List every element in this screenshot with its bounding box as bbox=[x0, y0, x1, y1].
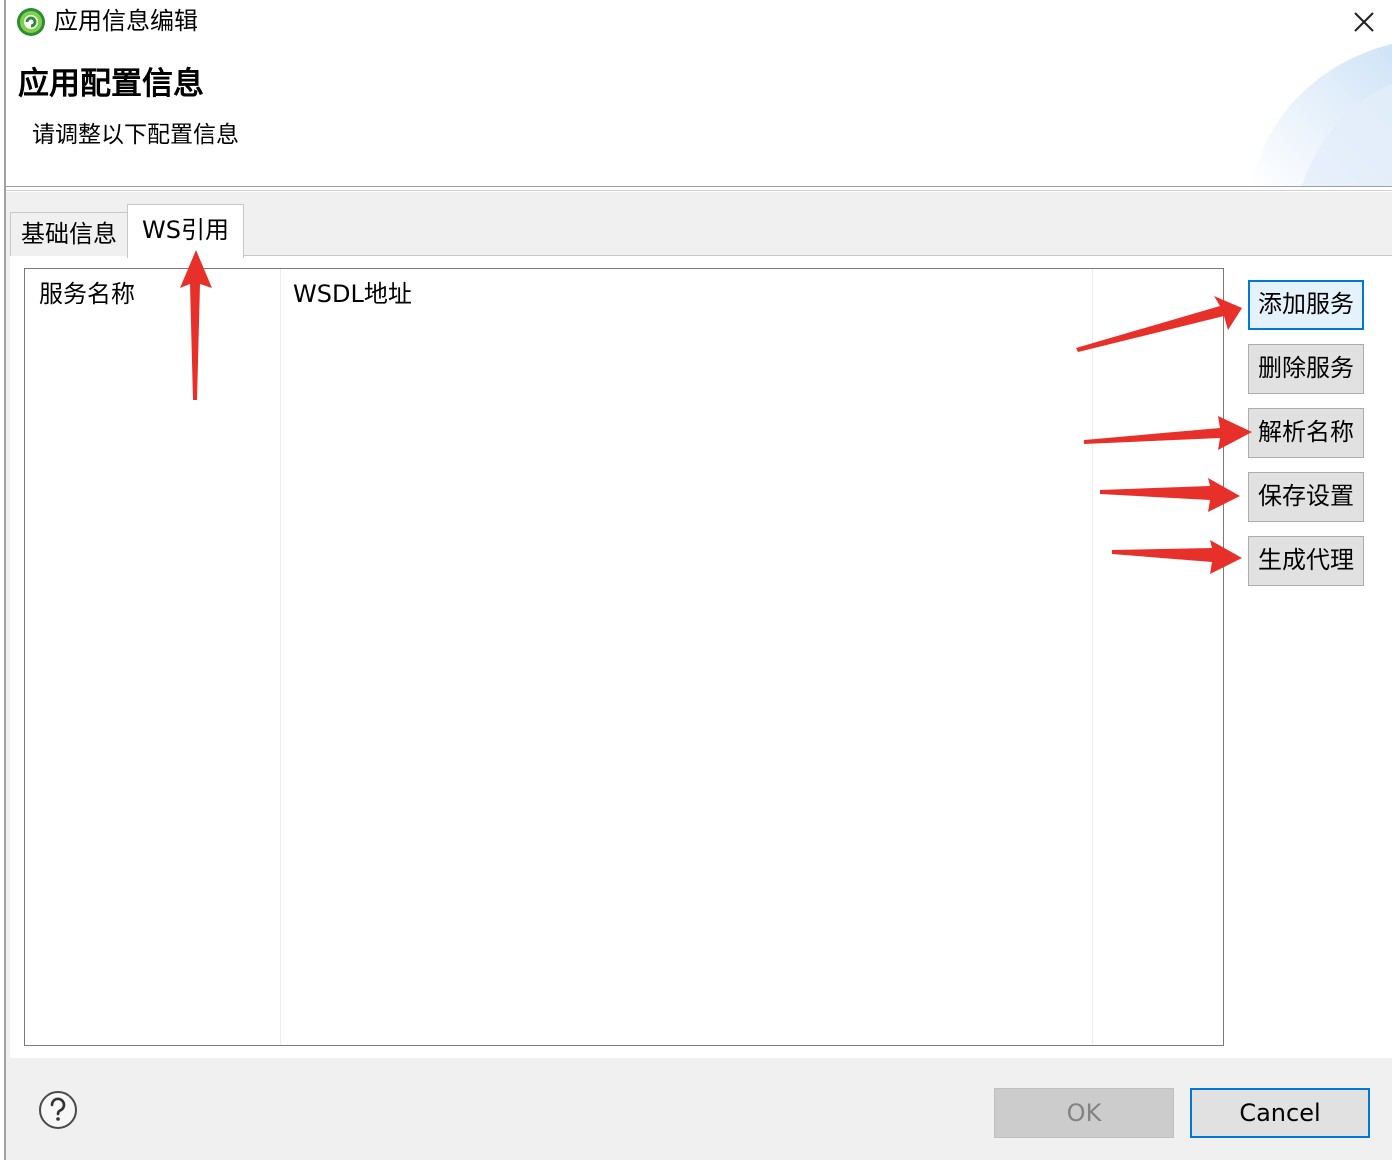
column-divider bbox=[280, 269, 281, 1045]
parse-name-button[interactable]: 解析名称 bbox=[1248, 408, 1364, 458]
add-service-button[interactable]: 添加服务 bbox=[1248, 280, 1364, 330]
ok-button[interactable]: OK bbox=[994, 1088, 1174, 1138]
column-header-wsdl-address[interactable]: WSDL地址 bbox=[293, 277, 412, 311]
generate-proxy-button[interactable]: 生成代理 bbox=[1248, 536, 1364, 586]
dialog-body: 基础信息 WS引用 服务名称 WSDL地址 添加服务 删除服务 解析名称 保存设… bbox=[6, 192, 1392, 1160]
column-header-service-name[interactable]: 服务名称 bbox=[39, 277, 135, 311]
delete-service-button[interactable]: 删除服务 bbox=[1248, 344, 1364, 394]
column-divider bbox=[1092, 269, 1093, 1045]
tab-ws-reference[interactable]: WS引用 bbox=[127, 204, 244, 258]
service-table[interactable]: 服务名称 WSDL地址 bbox=[24, 268, 1224, 1046]
page-subtitle: 请调整以下配置信息 bbox=[32, 122, 239, 148]
dialog-header: 应用配置信息 请调整以下配置信息 bbox=[6, 44, 1392, 186]
help-icon[interactable] bbox=[38, 1090, 78, 1130]
title-bar: 应用信息编辑 bbox=[6, 0, 1392, 44]
header-divider-light bbox=[6, 190, 1392, 191]
app-logo-icon bbox=[17, 8, 45, 36]
page-title: 应用配置信息 bbox=[18, 66, 204, 102]
dialog-window: 应用信息编辑 应用配置信息 请调整以下配置信息 基础信息 WS引用 服务名称 W… bbox=[0, 0, 1392, 1160]
header-decoration bbox=[1252, 44, 1392, 186]
cancel-button[interactable]: Cancel bbox=[1190, 1088, 1370, 1138]
close-icon[interactable] bbox=[1346, 4, 1382, 40]
tab-basic-info[interactable]: 基础信息 bbox=[10, 212, 128, 256]
save-settings-button[interactable]: 保存设置 bbox=[1248, 472, 1364, 522]
header-divider bbox=[6, 186, 1392, 187]
window-title: 应用信息编辑 bbox=[54, 7, 198, 35]
